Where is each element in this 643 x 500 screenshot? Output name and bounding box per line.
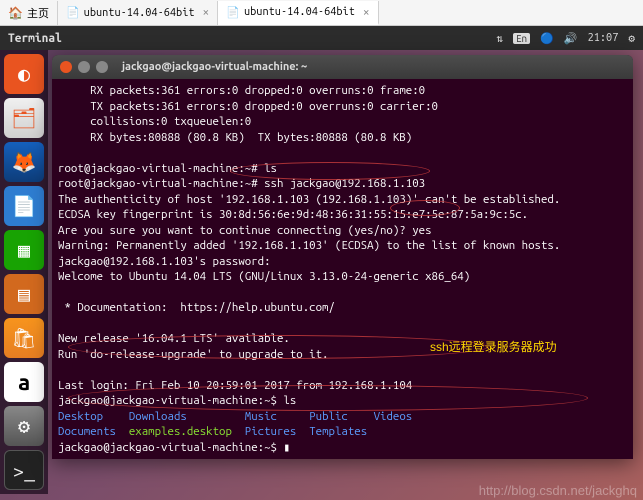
amazon-icon[interactable]: a bbox=[4, 362, 44, 402]
command: ls bbox=[264, 162, 277, 175]
output-line: Run 'do-release-upgrade' to upgrade to i… bbox=[58, 348, 328, 361]
prompt: jackgao@jackgao-virtual-machine:~$ bbox=[58, 394, 283, 407]
prompt: jackgao@jackgao-virtual-machine:~$ bbox=[58, 441, 283, 454]
ls-entry: Templates bbox=[309, 425, 367, 438]
close-icon[interactable]: × bbox=[363, 6, 370, 19]
firefox-icon[interactable]: 🦊 bbox=[4, 142, 44, 182]
output-line: ECDSA key fingerprint is 30:8d:56:6e:9d:… bbox=[58, 208, 528, 221]
tab-vm1[interactable]: 📄 ubuntu-14.04-64bit × bbox=[58, 1, 218, 25]
tab-vm2[interactable]: 📄 ubuntu-14.04-64bit × bbox=[218, 1, 378, 25]
minimize-button[interactable] bbox=[78, 61, 90, 73]
close-icon[interactable]: × bbox=[203, 6, 210, 19]
output-line: The authenticity of host '192.168.1.103 … bbox=[58, 193, 560, 206]
output-line: RX packets:361 errors:0 dropped:0 overru… bbox=[58, 84, 425, 97]
browser-tab-bar: 🏠 主页 📄 ubuntu-14.04-64bit × 📄 ubuntu-14.… bbox=[0, 0, 643, 26]
files-icon[interactable]: 🗂 bbox=[4, 98, 44, 138]
volume-icon[interactable]: 🔊 bbox=[564, 32, 578, 45]
user-input: yes bbox=[412, 224, 431, 237]
ls-entry: Public bbox=[309, 410, 348, 423]
prompt: root@jackgao-virtual-machine:~# bbox=[58, 177, 264, 190]
terminal-icon[interactable]: >_ bbox=[4, 450, 44, 490]
gnome-top-bar: Terminal ⇅ En 🔵 🔊 21:07 ⚙ bbox=[0, 26, 643, 50]
calc-icon[interactable]: ▦ bbox=[4, 230, 44, 270]
annotation-text: ssh远程登录服务器成功 bbox=[430, 338, 557, 355]
tab-label: ubuntu-14.04-64bit bbox=[84, 7, 195, 19]
output-line: Welcome to Ubuntu 14.04 LTS (GNU/Linux 3… bbox=[58, 270, 470, 283]
output-line: collisions:0 txqueuelen:0 bbox=[58, 115, 251, 128]
tab-label: ubuntu-14.04-64bit bbox=[244, 6, 355, 18]
output-line: Are you sure you want to continue connec… bbox=[58, 224, 412, 237]
doc-icon: 📄 bbox=[226, 6, 240, 19]
ls-entry: Music bbox=[245, 410, 277, 423]
unity-launcher: ◐ 🗂 🦊 📄 ▦ ▤ 🛍 a ⚙ >_ bbox=[0, 50, 48, 494]
doc-icon: 📄 bbox=[66, 6, 80, 19]
output-line: New release '16.04.1 LTS' available. bbox=[58, 332, 290, 345]
language-indicator[interactable]: En bbox=[513, 33, 530, 44]
output-line: Warning: Permanently added '192.168.1.10… bbox=[58, 239, 560, 252]
window-titlebar[interactable]: jackgao@jackgao-virtual-machine: ~ bbox=[52, 55, 633, 79]
output-line: RX bytes:80888 (80.8 KB) TX bytes:80888 … bbox=[58, 131, 412, 144]
command: ls bbox=[283, 394, 296, 407]
command: ssh jackgao@192.168.1.103 bbox=[264, 177, 425, 190]
network-icon[interactable]: ⇅ bbox=[496, 32, 503, 45]
writer-icon[interactable]: 📄 bbox=[4, 186, 44, 226]
output-line: * Documentation: https://help.ubuntu.com… bbox=[58, 301, 335, 314]
tab-label: 主页 bbox=[27, 5, 49, 21]
terminal-window: jackgao@jackgao-virtual-machine: ~ RX pa… bbox=[52, 55, 633, 459]
ls-entry: Videos bbox=[374, 410, 413, 423]
output-line: jackgao@192.168.1.103's password: bbox=[58, 255, 271, 268]
app-title: Terminal bbox=[8, 32, 496, 45]
ls-entry: Pictures bbox=[245, 425, 297, 438]
output-line: Last login: Fri Feb 10 20:59:01 2017 fro… bbox=[58, 379, 412, 392]
close-button[interactable] bbox=[60, 61, 72, 73]
prompt: root@jackgao-virtual-machine:~# bbox=[58, 162, 264, 175]
ls-entry: Documents bbox=[58, 425, 116, 438]
tab-home[interactable]: 🏠 主页 bbox=[0, 1, 58, 25]
watermark: http://blog.csdn.net/jackghq bbox=[479, 483, 637, 498]
impress-icon[interactable]: ▤ bbox=[4, 274, 44, 314]
output-line: TX packets:361 errors:0 dropped:0 overru… bbox=[58, 100, 438, 113]
ls-entry: Downloads bbox=[129, 410, 187, 423]
dash-icon[interactable]: ◐ bbox=[4, 54, 44, 94]
maximize-button[interactable] bbox=[96, 61, 108, 73]
ls-entry: Desktop bbox=[58, 410, 103, 423]
clock[interactable]: 21:07 bbox=[588, 32, 619, 44]
cursor: ▮ bbox=[283, 441, 290, 454]
settings-icon[interactable]: ⚙ bbox=[4, 406, 44, 446]
home-icon: 🏠 bbox=[8, 6, 23, 20]
bluetooth-icon[interactable]: 🔵 bbox=[540, 32, 554, 45]
gear-icon[interactable]: ⚙ bbox=[628, 32, 635, 45]
window-title: jackgao@jackgao-virtual-machine: ~ bbox=[122, 61, 307, 73]
software-center-icon[interactable]: 🛍 bbox=[4, 318, 44, 358]
ls-entry: examples.desktop bbox=[129, 425, 232, 438]
terminal-output[interactable]: RX packets:361 errors:0 dropped:0 overru… bbox=[52, 79, 633, 459]
